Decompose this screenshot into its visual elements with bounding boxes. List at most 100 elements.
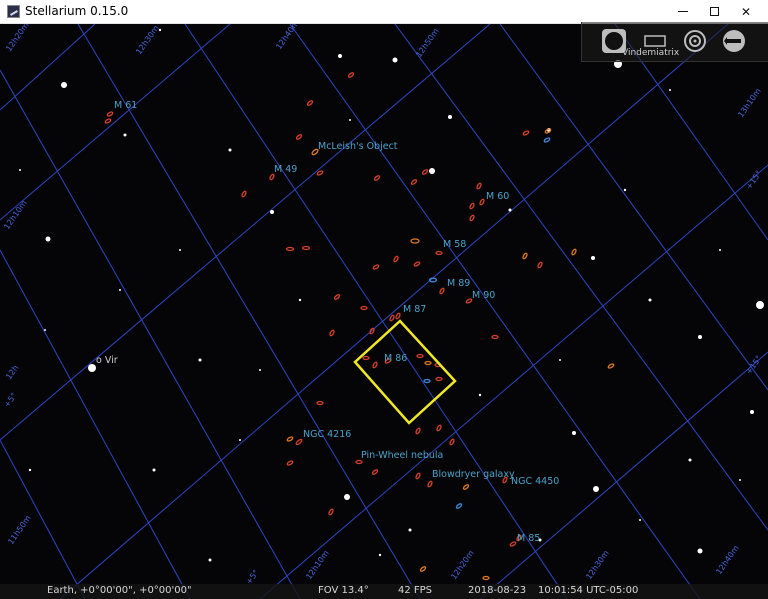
dec-line [259, 164, 768, 599]
star [61, 82, 67, 88]
target-icon [684, 30, 706, 52]
star [392, 57, 398, 63]
galaxy-marker [427, 480, 433, 488]
star [508, 208, 512, 212]
galaxy-marker [372, 264, 380, 270]
galaxy-marker [328, 508, 334, 516]
galaxy-marker [435, 376, 443, 382]
star [688, 458, 692, 462]
galaxy-marker [389, 314, 395, 322]
grid-label: 11h50m [6, 514, 33, 547]
grid-label: 12h20m [4, 24, 31, 53]
star [739, 479, 741, 481]
galaxy-marker [543, 137, 551, 143]
star [270, 210, 274, 214]
galaxy-marker [423, 378, 431, 384]
maximize-icon [709, 7, 719, 16]
galaxy-marker [333, 294, 341, 300]
star [119, 289, 121, 291]
label-ngc4216: NGC 4216 [303, 429, 351, 440]
star [45, 236, 51, 242]
selected-object-name: Vindemiatrix [622, 48, 680, 58]
galaxy-marker [419, 566, 427, 572]
label-m86: M 86 [384, 353, 407, 364]
top-right-panel: Vindemiatrix [581, 22, 768, 62]
ra-line [0, 439, 86, 599]
star [259, 369, 261, 371]
status-fps: 42 FPS [398, 585, 433, 596]
grid-label: 12h10m [304, 549, 331, 582]
minimize-icon [678, 11, 688, 12]
galaxy-marker [371, 469, 379, 475]
galaxy-marker [522, 252, 528, 260]
galaxy-marker [316, 170, 324, 176]
sky-canvas[interactable]: 12h20m 12h30m 12h40m 12h50m 13h10m 12h10… [0, 24, 768, 599]
grid-label: 12h30m [134, 24, 161, 56]
minimize-button[interactable] [668, 0, 698, 23]
stellarium-app-icon [7, 5, 20, 18]
galaxy-marker [436, 424, 442, 432]
stellarium-window: Stellarium 0.15.0 ✕ 12h20m 12h30m 12h40m… [0, 0, 768, 599]
galaxy-marker [482, 575, 490, 581]
label-m89: M 89 [447, 278, 470, 289]
galaxy-marker [415, 472, 421, 480]
grid-label: 12h50m [414, 27, 441, 60]
galaxy-marker [462, 484, 470, 490]
star [623, 188, 627, 192]
galaxy-marker [455, 503, 463, 509]
close-icon: ✕ [740, 4, 752, 19]
star [239, 439, 241, 441]
sky-view[interactable]: 12h20m 12h30m 12h40m 12h50m 13h10m 12h10… [0, 24, 768, 599]
galaxy-marker [329, 329, 335, 337]
maximize-button[interactable] [699, 0, 729, 23]
grid-label: +15° [744, 169, 763, 191]
galaxy-marker [469, 214, 475, 222]
star [478, 393, 482, 397]
object-labels: M 61 McLeish's Object M 49 M 60 M 58 M 8… [96, 100, 559, 544]
star [19, 169, 21, 171]
target-button[interactable] [682, 28, 708, 54]
label-m87: M 87 [403, 304, 426, 315]
label-m85: M 85 [517, 533, 540, 544]
galaxy-marker [395, 312, 401, 320]
window-title: Stellarium 0.15.0 [25, 4, 129, 18]
ra-line [0, 69, 301, 599]
label-ngc4450: NGC 4450 [511, 476, 559, 487]
star [44, 329, 46, 331]
label-mcleish: McLeish's Object [318, 141, 398, 152]
star [158, 28, 162, 32]
goto-button[interactable] [721, 28, 747, 54]
label-m90: M 90 [472, 290, 495, 301]
galaxy-marker [306, 100, 314, 106]
close-button[interactable]: ✕ [731, 0, 761, 23]
grid-label: 12h40m [274, 24, 301, 51]
star [750, 410, 754, 414]
galaxy-marker [106, 111, 114, 117]
star [591, 256, 595, 260]
label-o-vir: o Vir [96, 355, 118, 366]
grid-label: 12h30m [584, 549, 611, 582]
star [697, 548, 703, 554]
galaxy-marker [285, 246, 295, 252]
label-blowdryer: Blowdryer galaxy [432, 469, 515, 480]
dec-line [0, 24, 231, 221]
dec-line [0, 24, 491, 441]
status-date: 2018-08-23 [468, 585, 527, 596]
galaxy-marker [295, 134, 303, 140]
star [28, 468, 32, 472]
galaxy-marker [360, 305, 368, 311]
galaxy-marker [469, 202, 475, 210]
galaxy-marker [413, 261, 421, 267]
star [298, 298, 302, 302]
star [228, 148, 232, 152]
galaxy-marker [522, 130, 530, 136]
grid-label: +15° [744, 354, 763, 376]
label-m60: M 60 [486, 191, 509, 202]
ra-line [289, 24, 701, 599]
galaxy-marker [104, 118, 112, 124]
galaxy-marker [537, 261, 543, 269]
galaxy-marker [347, 72, 355, 78]
star [408, 528, 412, 532]
title-bar[interactable]: Stellarium 0.15.0 ✕ [0, 0, 768, 24]
galaxy-marker [476, 182, 482, 190]
